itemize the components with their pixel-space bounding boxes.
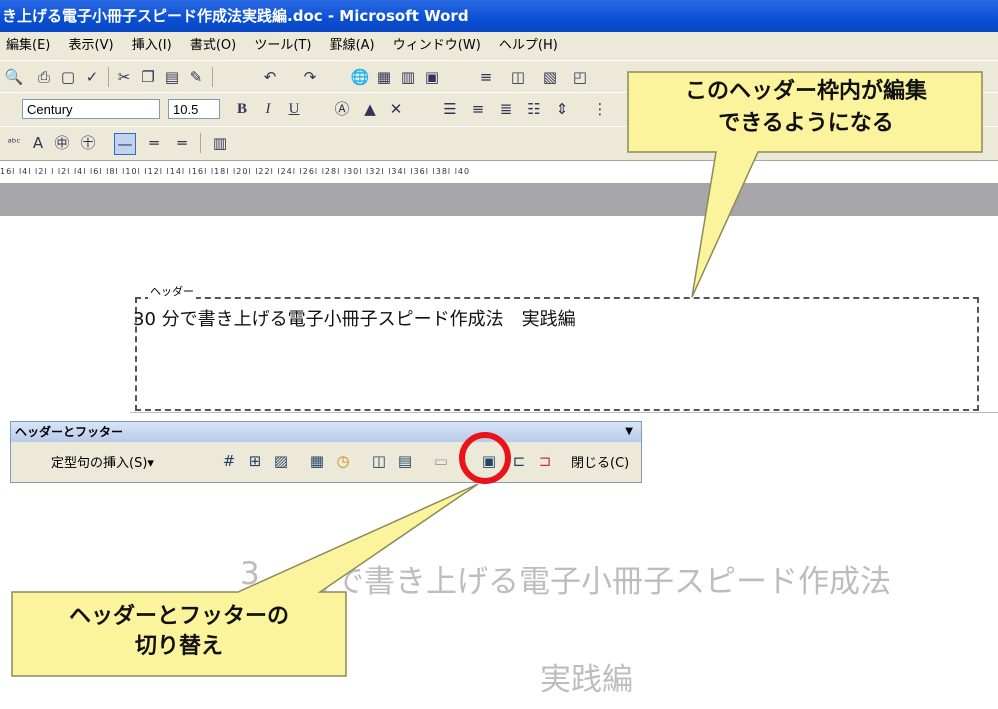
top-callout-line1: このヘッダー枠内が編集 [684, 79, 927, 104]
top-callout-line2: できるようになる [718, 111, 894, 136]
top-callout-text: このヘッダー枠内が編集 できるようになる [636, 76, 976, 140]
bottom-callout-text: ヘッダーとフッターの 切り替え [14, 602, 344, 662]
bottom-callout-line2: 切り替え [134, 634, 223, 659]
bottom-callout-line1: ヘッダーとフッターの [68, 604, 289, 629]
